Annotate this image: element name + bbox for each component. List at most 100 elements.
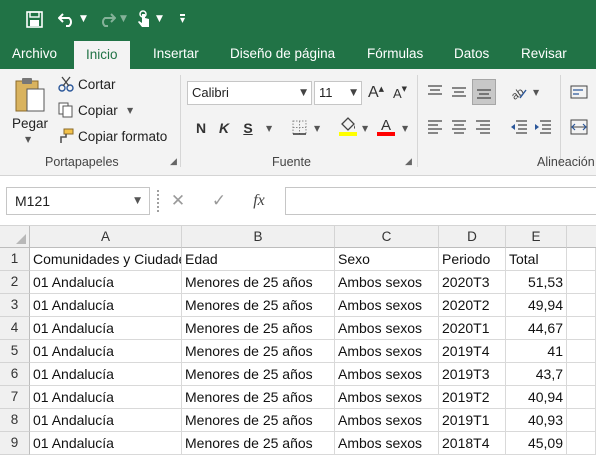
fill-color-icon[interactable] [338,115,358,137]
table-cell[interactable]: 44,67 [506,317,567,340]
table-cell[interactable]: 01 Andalucía [30,409,182,432]
table-cell[interactable]: Ambos sexos [335,386,439,409]
row-header[interactable]: 7 [0,386,30,409]
table-cell[interactable]: 43,7 [506,363,567,386]
customize-qat-icon[interactable]: ▾ [180,0,186,38]
table-cell[interactable]: Ambos sexos [335,271,439,294]
font-size-select[interactable]: 11 ▼ [314,81,362,105]
underline-button[interactable]: S [239,117,257,139]
undo-icon[interactable] [55,0,79,38]
align-right-icon[interactable] [472,116,494,138]
header-cell-periodo[interactable]: Periodo [439,248,506,271]
table-cell[interactable]: 01 Andalucía [30,363,182,386]
column-header-d[interactable]: D [439,226,506,248]
table-cell[interactable]: 45,09 [506,432,567,455]
row-header[interactable]: 5 [0,340,30,363]
table-cell[interactable]: 40,93 [506,409,567,432]
orientation-dropdown-icon[interactable]: ▼ [533,88,539,97]
select-all-button[interactable] [0,226,30,248]
cancel-icon[interactable]: ✕ [165,187,191,215]
copy-dropdown-icon[interactable]: ▼ [127,106,133,115]
increase-indent-icon[interactable] [532,116,554,138]
table-cell[interactable]: Ambos sexos [335,363,439,386]
table-cell[interactable]: Menores de 25 años [182,432,335,455]
formula-bar-grip[interactable] [157,190,160,212]
table-cell[interactable]: Ambos sexos [335,432,439,455]
empty-cell[interactable] [567,409,596,432]
tab-revisar[interactable]: Revisar [521,38,567,69]
table-cell[interactable]: 2020T3 [439,271,506,294]
align-top-icon[interactable] [424,81,446,103]
insert-function-icon[interactable]: fx [246,187,272,215]
table-cell[interactable]: Menores de 25 años [182,294,335,317]
row-header[interactable]: 2 [0,271,30,294]
formula-input[interactable] [285,187,596,215]
empty-cell[interactable] [567,386,596,409]
table-cell[interactable]: Menores de 25 años [182,271,335,294]
decrease-indent-icon[interactable] [508,116,530,138]
column-header-b[interactable]: B [182,226,335,248]
empty-cell[interactable] [567,340,596,363]
table-cell[interactable]: Menores de 25 años [182,340,335,363]
format-painter-button[interactable]: Copiar formato [78,129,167,144]
empty-cell[interactable] [567,248,596,271]
grow-font-button[interactable]: A ▲ [367,82,385,104]
column-header-e[interactable]: E [506,226,567,248]
table-cell[interactable]: Menores de 25 años [182,386,335,409]
table-cell[interactable]: 01 Andalucía [30,317,182,340]
paste-button[interactable]: Pegar [12,116,48,131]
header-cell-comunidades[interactable]: Comunidades y Ciudades Autónomas [30,248,182,271]
copy-icon[interactable] [57,101,75,119]
column-header-empty[interactable] [567,226,596,248]
font-launcher-icon[interactable]: ◢ [405,157,412,167]
tab-archivo[interactable]: Archivo [12,38,57,69]
empty-cell[interactable] [567,271,596,294]
table-cell[interactable]: 01 Andalucía [30,294,182,317]
row-header[interactable]: 1 [0,248,30,271]
align-center-icon[interactable] [448,116,470,138]
italic-button[interactable]: K [215,117,233,139]
table-cell[interactable]: 2020T2 [439,294,506,317]
cut-button[interactable]: Cortar [78,77,116,92]
header-cell-edad[interactable]: Edad [182,248,335,271]
undo-dropdown-icon[interactable]: ▼ [80,0,87,38]
enter-icon[interactable]: ✓ [206,187,232,215]
font-name-select[interactable]: Calibri ▼ [187,81,312,105]
borders-icon[interactable] [290,118,308,136]
paste-dropdown-icon[interactable]: ▼ [25,135,31,144]
table-cell[interactable]: 2019T4 [439,340,506,363]
tab-insertar[interactable]: Insertar [153,38,199,69]
align-left-icon[interactable] [424,116,446,138]
table-cell[interactable]: Ambos sexos [335,317,439,340]
header-cell-sexo[interactable]: Sexo [335,248,439,271]
align-middle-icon[interactable] [448,81,470,103]
shrink-font-button[interactable]: A ▼ [392,82,408,104]
table-cell[interactable]: 51,53 [506,271,567,294]
spreadsheet-grid[interactable]: A B C D E 1 2 3 4 5 6 7 8 9 Comunidades … [0,226,596,455]
clipboard-launcher-icon[interactable]: ◢ [170,157,177,167]
table-cell[interactable]: Menores de 25 años [182,317,335,340]
table-cell[interactable]: 2020T1 [439,317,506,340]
tab-formulas[interactable]: Fórmulas [367,38,423,69]
align-bottom-icon[interactable] [472,79,496,105]
row-header[interactable]: 9 [0,432,30,455]
table-cell[interactable]: 2019T1 [439,409,506,432]
header-cell-total[interactable]: Total [506,248,567,271]
borders-dropdown-icon[interactable]: ▼ [314,124,320,133]
table-cell[interactable]: 41 [506,340,567,363]
row-header[interactable]: 8 [0,409,30,432]
column-header-a[interactable]: A [30,226,182,248]
fill-color-dropdown-icon[interactable]: ▼ [362,124,368,133]
name-box[interactable]: M121 ▼ [6,187,150,215]
table-cell[interactable]: 01 Andalucía [30,432,182,455]
cut-icon[interactable] [57,75,75,93]
table-cell[interactable]: Menores de 25 años [182,409,335,432]
empty-cell[interactable] [567,294,596,317]
table-cell[interactable]: 01 Andalucía [30,271,182,294]
save-icon[interactable] [22,0,46,38]
table-cell[interactable]: Menores de 25 años [182,363,335,386]
table-cell[interactable]: Ambos sexos [335,294,439,317]
table-cell[interactable]: 2019T3 [439,363,506,386]
copy-button[interactable]: Copiar [78,103,118,118]
table-cell[interactable]: 2018T4 [439,432,506,455]
